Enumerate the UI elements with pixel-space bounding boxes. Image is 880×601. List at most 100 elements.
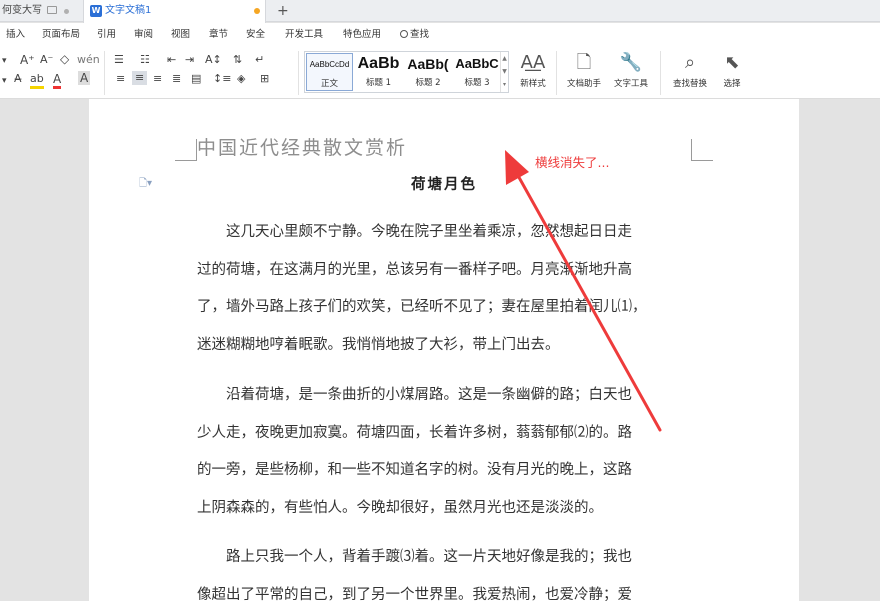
strikethrough-icon[interactable]: A̶ bbox=[14, 72, 22, 86]
monitor-icon bbox=[47, 6, 57, 14]
font-color-icon[interactable]: A bbox=[53, 72, 62, 89]
shading-icon[interactable]: ◈ bbox=[237, 72, 245, 86]
new-style-button[interactable]: A͟A 新样式 bbox=[515, 51, 551, 89]
search-icon bbox=[400, 30, 408, 38]
shrink-font-icon[interactable]: A⁻ bbox=[40, 53, 53, 67]
menu-special-features[interactable]: 特色应用 bbox=[343, 23, 381, 47]
annotation-label: 横线消失了... bbox=[535, 155, 610, 170]
font-size-dropdown-icon[interactable]: ▾ bbox=[2, 54, 7, 68]
text-line: 这几天心里颇不宁静。今晚在院子里坐着乘凉，忽然想起日日走 bbox=[197, 224, 632, 240]
header-margin-corner-left bbox=[175, 139, 197, 161]
text-line: 的一旁，是些杨柳，和一些不知道名字的树。没有月光的晚上，这路 bbox=[197, 462, 632, 479]
character-shading-icon[interactable]: A bbox=[78, 71, 91, 85]
menu-search[interactable]: 查找 bbox=[400, 23, 429, 47]
font-color-dropdown-icon[interactable]: ▾ bbox=[2, 74, 7, 88]
cursor-icon: ⬉ bbox=[724, 52, 740, 73]
style-caption: 标题 2 bbox=[415, 78, 441, 88]
menu-bar: 插入 页面布局 引用 审阅 视图 章节 安全 开发工具 特色应用 查找 bbox=[0, 23, 880, 47]
document-page[interactable]: 中国近代经典散文赏析 🗋▾ 荷塘月色 这几天心里颇不宁静。今晚在院子里坐着乘凉，… bbox=[89, 99, 799, 601]
menu-security[interactable]: 安全 bbox=[246, 23, 265, 47]
tab-bar: 何变大写 W 文字文稿1 + bbox=[0, 0, 880, 23]
style-sample: AaBb( bbox=[407, 56, 449, 72]
paragraph-1[interactable]: 这几天心里颇不宁静。今晚在院子里坐着乘凉，忽然想起日日走 过的荷塘，在这满月的光… bbox=[197, 214, 697, 364]
sort-icon[interactable]: ⇅ bbox=[233, 53, 242, 67]
page-header-text[interactable]: 中国近代经典散文赏析 bbox=[197, 133, 407, 160]
text-line: 迷迷糊糊地哼着眠歌。我悄悄地披了大衫，带上门出去。 bbox=[197, 336, 560, 353]
bullet-list-icon[interactable]: ☰ bbox=[114, 53, 124, 67]
line-spacing-icon[interactable]: ↕≡ bbox=[213, 72, 231, 86]
text-direction-icon[interactable]: A↕ bbox=[205, 53, 222, 67]
style-caption: 正文 bbox=[320, 79, 338, 89]
tab-label: 文字文稿1 bbox=[105, 5, 152, 16]
menu-view[interactable]: 视图 bbox=[171, 23, 190, 47]
style-caption: 标题 1 bbox=[365, 78, 392, 88]
numbered-list-icon[interactable]: ☷ bbox=[140, 53, 150, 67]
style-sample: AaBbC bbox=[455, 56, 499, 71]
divider bbox=[660, 51, 661, 95]
justify-icon[interactable]: ≣ bbox=[172, 72, 181, 86]
find-replace-button[interactable]: ⌕ 查找替换 bbox=[667, 51, 713, 89]
style-heading-3[interactable]: AaBbC 标题 3 bbox=[453, 53, 501, 91]
text-line: 上阴森森的，有些怕人。今晚却很好，虽然月光也还是淡淡的。 bbox=[197, 499, 603, 516]
tab-status-dot bbox=[64, 9, 69, 14]
style-gallery: AaBbCcDd 正文 AaBb 标题 1 AaBb( 标题 2 AaBbC 标… bbox=[304, 51, 509, 93]
menu-developer-tools[interactable]: 开发工具 bbox=[285, 23, 323, 47]
menu-review[interactable]: 审阅 bbox=[134, 23, 153, 47]
new-style-label: 新样式 bbox=[520, 79, 546, 89]
align-center-icon[interactable]: ≡ bbox=[132, 71, 148, 85]
new-style-icon: A͟A bbox=[520, 52, 546, 73]
text-line: 路上只我一个人，背着手踱⑶着。这一片天地好像是我的；我也 bbox=[197, 549, 632, 565]
show-marks-icon[interactable]: ↵ bbox=[255, 53, 264, 67]
borders-icon[interactable]: ⊞ bbox=[260, 72, 269, 86]
ribbon-toolbar: ▾ A⁺ A⁻ ◇ wén ▾ A̶ ab A A ☰ ☷ ⇤ ⇥ A↕ ⇅ ↵… bbox=[0, 47, 880, 99]
text-line: 少人走，夜晚更加寂寞。荷塘四面，长着许多树，蓊蓊郁郁⑵的。路 bbox=[197, 424, 632, 441]
tab-label: 何变大写 bbox=[2, 5, 42, 16]
tab-previous-document[interactable]: 何变大写 bbox=[0, 0, 80, 22]
wrench-icon: 🔧 bbox=[619, 52, 643, 73]
paragraph-2[interactable]: 沿着荷塘，是一条曲折的小煤屑路。这是一条幽僻的路；白天也 少人走，夜晚更加寂寞。… bbox=[197, 377, 697, 527]
style-heading-2[interactable]: AaBb( 标题 2 bbox=[403, 53, 453, 91]
find-replace-icon: ⌕ bbox=[684, 52, 696, 73]
style-sample: AaBbCcDd bbox=[309, 60, 350, 69]
new-tab-button[interactable]: + bbox=[277, 0, 289, 22]
menu-search-label: 查找 bbox=[410, 29, 430, 40]
text-line: 沿着荷塘，是一条曲折的小煤屑路。这是一条幽僻的路；白天也 bbox=[197, 387, 632, 403]
wps-writer-icon: W bbox=[90, 5, 102, 17]
menu-insert[interactable]: 插入 bbox=[6, 23, 25, 47]
text-line: 过的荷塘，在这满月的光里，总该另有一番样子吧。月亮渐渐地升高 bbox=[197, 261, 632, 278]
grow-font-icon[interactable]: A⁺ bbox=[20, 53, 35, 67]
style-sample: AaBb bbox=[357, 55, 400, 72]
align-left-icon[interactable]: ≡ bbox=[116, 72, 125, 86]
find-replace-label: 查找替换 bbox=[672, 79, 707, 89]
menu-references[interactable]: 引用 bbox=[97, 23, 116, 47]
doc-assistant-icon: 🗋 bbox=[576, 52, 592, 73]
align-right-icon[interactable]: ≡ bbox=[153, 72, 162, 86]
text-tools-label: 文字工具 bbox=[613, 79, 648, 89]
select-button[interactable]: ⬉ 选择 bbox=[717, 51, 747, 89]
style-caption: 标题 3 bbox=[464, 78, 490, 88]
menu-section[interactable]: 章节 bbox=[209, 23, 228, 47]
decrease-indent-icon[interactable]: ⇤ bbox=[167, 53, 176, 67]
text-tools-button[interactable]: 🔧 文字工具 bbox=[609, 51, 653, 89]
doc-assistant-button[interactable]: 🗋 文档助手 bbox=[563, 51, 605, 89]
distributed-align-icon[interactable]: ▤ bbox=[191, 72, 201, 86]
style-normal[interactable]: AaBbCcDd 正文 bbox=[306, 53, 353, 91]
divider bbox=[298, 51, 299, 95]
paragraph-3[interactable]: 路上只我一个人，背着手踱⑶着。这一片天地好像是我的；我也 像超出了平常的自己，到… bbox=[197, 539, 697, 601]
style-gallery-scroll[interactable]: ▲ ▼ ▾ bbox=[500, 52, 508, 92]
document-workspace: 中国近代经典散文赏析 🗋▾ 荷塘月色 这几天心里颇不宁静。今晚在院子里坐着乘凉，… bbox=[0, 99, 880, 601]
menu-page-layout[interactable]: 页面布局 bbox=[42, 23, 80, 47]
tab-current-document[interactable]: W 文字文稿1 bbox=[83, 0, 266, 23]
highlight-icon[interactable]: ab bbox=[30, 72, 44, 89]
style-heading-1[interactable]: AaBb 标题 1 bbox=[355, 53, 402, 91]
header-margin-corner-right bbox=[691, 139, 713, 161]
divider bbox=[556, 51, 557, 95]
clear-format-icon[interactable]: ◇ bbox=[60, 52, 69, 66]
select-label: 选择 bbox=[723, 79, 741, 89]
document-title[interactable]: 荷塘月色 bbox=[89, 173, 799, 194]
doc-assistant-label: 文档助手 bbox=[566, 79, 601, 89]
unsaved-dot bbox=[254, 8, 260, 14]
increase-indent-icon[interactable]: ⇥ bbox=[185, 53, 194, 67]
pinyin-guide-icon[interactable]: wén bbox=[77, 53, 100, 67]
text-line: 了，墙外马路上孩子们的欢笑，已经听不见了；妻在屋里拍着闰儿⑴， bbox=[197, 299, 647, 316]
